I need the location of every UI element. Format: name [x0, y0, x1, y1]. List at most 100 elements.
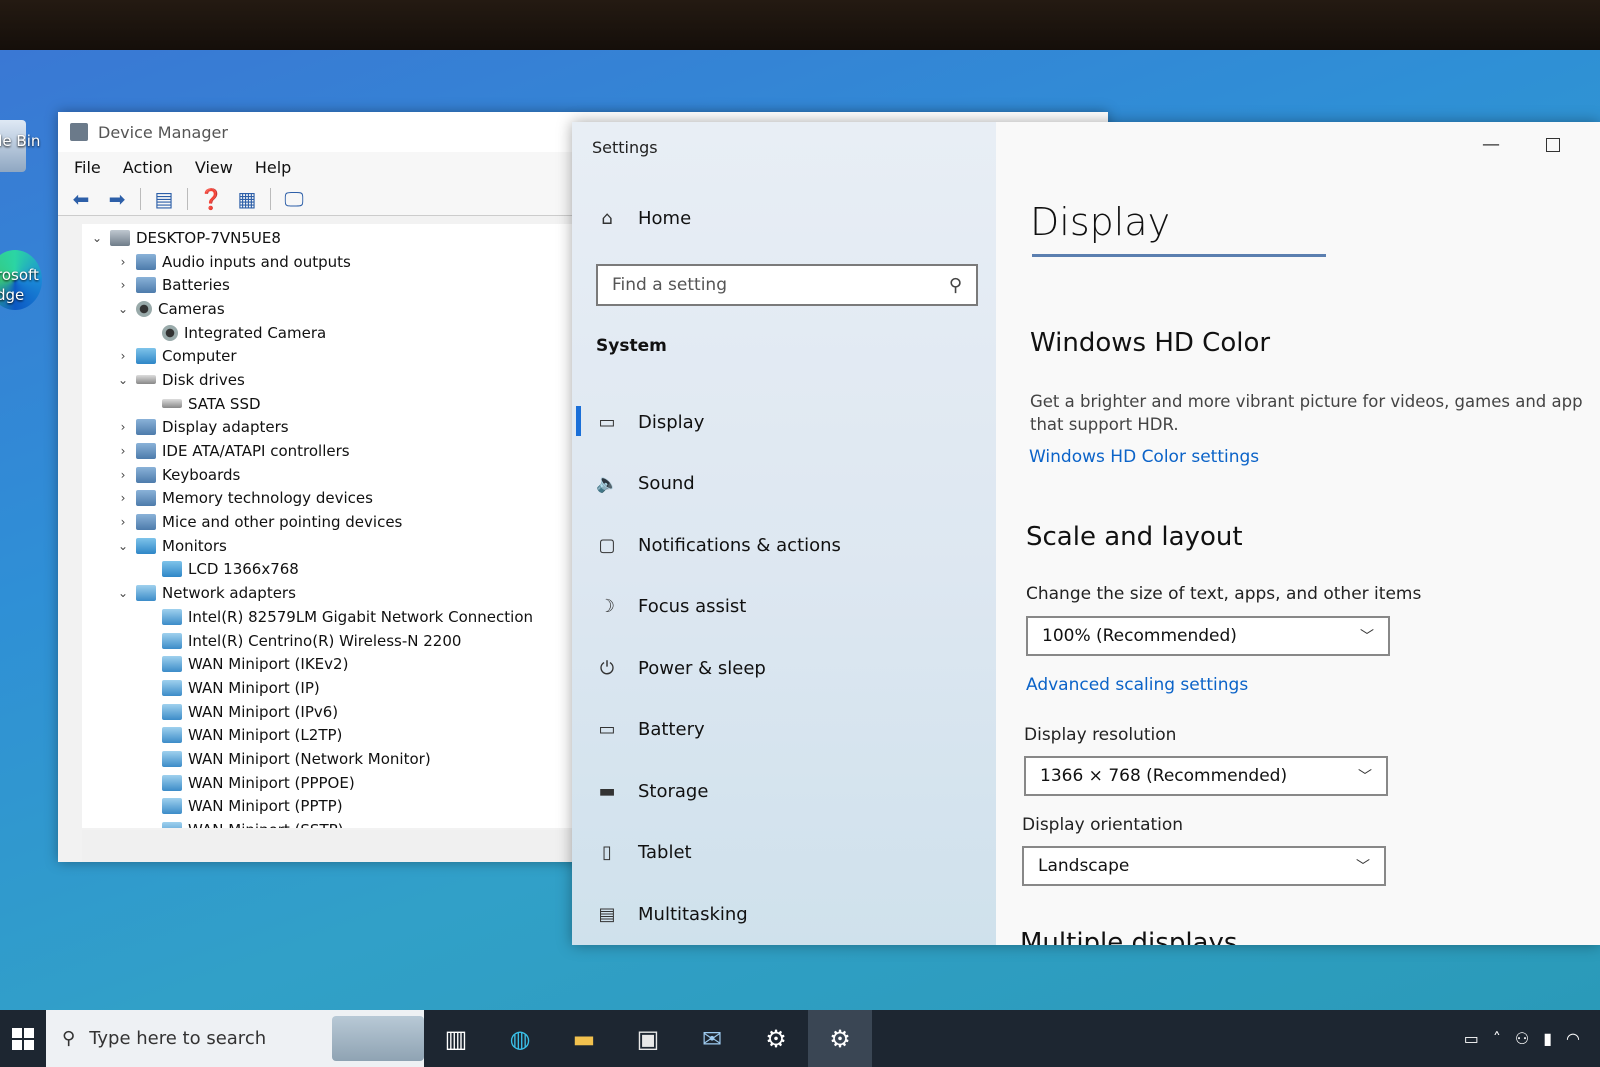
taskbar-search[interactable]: ⚲ Type here to search [46, 1010, 424, 1067]
tree-item[interactable]: SATA SSD [82, 392, 572, 416]
tree-item[interactable]: WAN Miniport (PPTP) [82, 795, 572, 819]
chevron-right-icon[interactable]: › [114, 420, 132, 434]
tree-item[interactable]: › Memory technology devices [82, 487, 572, 511]
nav-item-multitasking[interactable]: ▤ Multitasking [596, 894, 747, 934]
menu-file[interactable]: File [74, 158, 101, 177]
chevron-right-icon[interactable]: › [114, 468, 132, 482]
chevron-right-icon[interactable]: › [114, 349, 132, 363]
advanced-scaling-link[interactable]: Advanced scaling settings [1026, 675, 1248, 695]
tree-item[interactable]: ⌄ Disk drives [82, 368, 572, 392]
tree-item[interactable]: WAN Miniport (IKEv2) [82, 652, 572, 676]
tree-item[interactable]: WAN Miniport (L2TP) [82, 723, 572, 747]
edge-label-line2: dge [0, 286, 25, 304]
tree-item[interactable]: Integrated Camera [82, 321, 572, 345]
tree-item[interactable]: Intel(R) Centrino(R) Wireless-N 2200 [82, 629, 572, 653]
tree-item[interactable]: › Display adapters [82, 416, 572, 440]
chevron-down-icon[interactable]: ⌄ [114, 373, 132, 387]
tree-item[interactable]: › IDE ATA/ATAPI controllers [82, 439, 572, 463]
edge-browser-icon[interactable]: ◍ [488, 1010, 552, 1067]
memory-icon [136, 490, 156, 507]
tree-item[interactable]: Intel(R) 82579LM Gigabit Network Connect… [82, 605, 572, 629]
store-icon[interactable]: ▣ [616, 1010, 680, 1067]
resolution-dropdown[interactable]: 1366 × 768 (Recommended) ﹀ [1024, 756, 1388, 796]
tree-item[interactable]: › Batteries [82, 273, 572, 297]
device-manager-taskbar-icon[interactable]: ⚙ [744, 1010, 808, 1067]
scan-hardware-icon[interactable]: 🖵 [281, 187, 307, 211]
speaker-icon: 🔈 [596, 473, 619, 494]
network-tray-icon[interactable]: ⚇ [1515, 1029, 1529, 1048]
file-explorer-icon[interactable]: ▬ [552, 1010, 616, 1067]
mail-icon[interactable]: ✉ [680, 1010, 744, 1067]
network-icon [162, 727, 182, 744]
menu-help[interactable]: Help [255, 158, 291, 177]
nav-item-storage[interactable]: ▬ Storage [596, 771, 708, 811]
camera-icon [136, 300, 152, 317]
chevron-down-icon[interactable]: ⌄ [114, 586, 132, 600]
tree-item[interactable]: › Mice and other pointing devices [82, 510, 572, 534]
tree-item-label: Audio inputs and outputs [162, 252, 351, 271]
find-setting-box[interactable]: ⚲ [596, 264, 978, 306]
tree-item-label: WAN Miniport (IP) [188, 678, 320, 697]
properties-icon[interactable]: ▤ [151, 187, 177, 211]
chevron-down-icon[interactable]: ⌄ [114, 539, 132, 553]
chevron-right-icon[interactable]: › [114, 491, 132, 505]
network-icon [136, 585, 156, 602]
nav-item-notifications-actions[interactable]: ▢ Notifications & actions [596, 525, 841, 565]
orientation-dropdown[interactable]: Landscape ﹀ [1022, 846, 1386, 886]
hd-color-settings-link[interactable]: Windows HD Color settings [1029, 447, 1259, 467]
menu-view[interactable]: View [195, 158, 233, 177]
tree-item[interactable]: ⌄ Cameras [82, 297, 572, 321]
nav-home[interactable]: ⌂ Home [596, 208, 691, 229]
task-view-icon[interactable]: ▥ [424, 1010, 488, 1067]
back-arrow-icon[interactable]: ⬅ [68, 187, 94, 211]
resolution-label: Display resolution [1024, 725, 1177, 745]
tree-item[interactable]: › Computer [82, 344, 572, 368]
chevron-right-icon[interactable]: › [114, 444, 132, 458]
toolbar-separator [187, 187, 188, 210]
settings-taskbar-icon[interactable]: ⚙ [808, 1010, 872, 1067]
battery-tray-icon[interactable]: ▮ [1543, 1029, 1552, 1048]
nav-item-sound[interactable]: 🔈 Sound [596, 464, 695, 504]
tree-item[interactable]: LCD 1366x768 [82, 558, 572, 582]
device-tree[interactable]: ⌄ DESKTOP-7VN5UE8 › Audio inputs and output… [82, 224, 572, 828]
news-icon[interactable]: ▭ [1464, 1029, 1479, 1048]
tree-item[interactable]: ⌄ DESKTOP-7VN5UE8 [82, 226, 572, 250]
nav-item-focus-assist[interactable]: ☽ Focus assist [596, 587, 746, 627]
scale-dropdown[interactable]: 100% (Recommended) ﹀ [1026, 616, 1390, 656]
nav-item-power-sleep[interactable]: ⏻ Power & sleep [596, 648, 766, 688]
chevron-up-icon[interactable]: ˄ [1493, 1029, 1501, 1048]
tree-item-label: Network adapters [162, 584, 296, 603]
chevron-down-icon[interactable]: ⌄ [88, 231, 106, 245]
tree-item[interactable]: › Audio inputs and outputs [82, 250, 572, 274]
maximize-button[interactable] [1546, 138, 1560, 152]
help-icon[interactable]: ❓ [198, 187, 224, 211]
tree-item[interactable]: ⌄ Monitors [82, 534, 572, 558]
start-button[interactable] [0, 1010, 46, 1067]
menu-action[interactable]: Action [123, 158, 173, 177]
tree-item[interactable]: › Keyboards [82, 463, 572, 487]
nav-item-battery[interactable]: ▭ Battery [596, 710, 704, 750]
forward-arrow-icon[interactable]: ➡ [104, 187, 130, 211]
minimize-button[interactable]: — [1482, 134, 1500, 155]
tree-item[interactable]: WAN Miniport (IP) [82, 676, 572, 700]
view-icon[interactable]: ▦ [234, 187, 260, 211]
tree-item-label: WAN Miniport (SSTP) [188, 821, 344, 828]
find-setting-input[interactable] [612, 275, 949, 295]
nav-item-display[interactable]: ▭ Display [596, 402, 704, 442]
chevron-right-icon[interactable]: › [114, 515, 132, 529]
nav-item-label: Notifications & actions [638, 534, 841, 556]
tree-item-label: Monitors [162, 536, 227, 555]
tree-item[interactable]: WAN Miniport (PPPOE) [82, 771, 572, 795]
toolbar-separator [270, 187, 271, 210]
tree-item[interactable]: WAN Miniport (SSTP) [82, 818, 572, 828]
tree-item[interactable]: WAN Miniport (Network Monitor) [82, 747, 572, 771]
wifi-icon[interactable]: ◠ [1566, 1029, 1580, 1048]
display-icon: ▭ [598, 411, 616, 433]
chevron-down-icon[interactable]: ⌄ [114, 302, 132, 316]
power-icon: ⏻ [599, 657, 615, 679]
chevron-right-icon[interactable]: › [114, 278, 132, 292]
tree-item[interactable]: WAN Miniport (IPv6) [82, 700, 572, 724]
chevron-right-icon[interactable]: › [114, 255, 132, 269]
tree-item[interactable]: ⌄ Network adapters [82, 581, 572, 605]
nav-item-tablet[interactable]: ▯ Tablet [596, 833, 692, 873]
